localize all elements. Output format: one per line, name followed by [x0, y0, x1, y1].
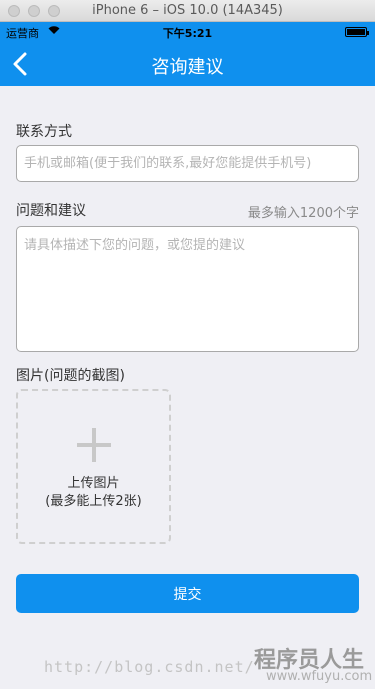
submit-button[interactable]: 提交	[16, 574, 359, 613]
upload-limit-hint: (最多能上传2张)	[45, 494, 142, 509]
upload-label: 上传图片	[67, 476, 120, 491]
navigation-bar: 咨询建议	[0, 42, 375, 86]
plus-icon	[77, 428, 111, 462]
contact-label: 联系方式	[16, 124, 72, 140]
page-title: 咨询建议	[151, 57, 224, 78]
simulator-title: iPhone 6 – iOS 10.0 (14A345)	[92, 3, 283, 18]
advice-label: 问题和建议	[16, 203, 86, 219]
images-label: 图片(问题的截图)	[16, 368, 125, 384]
contact-input[interactable]	[16, 145, 359, 182]
advice-textarea[interactable]	[16, 226, 359, 352]
advice-limit-hint: 最多输入1200个字	[247, 206, 359, 221]
status-time: 下午5:21	[162, 27, 213, 40]
watermark-site: www.wfuyu.com	[266, 669, 373, 684]
status-bar: 运营商 下午5:21	[0, 22, 375, 42]
simulator-titlebar: iPhone 6 – iOS 10.0 (14A345)	[0, 0, 375, 22]
battery-icon	[345, 27, 369, 37]
watermark-url: http://blog.csdn.net/	[44, 658, 255, 676]
upload-image-button[interactable]: 上传图片 (最多能上传2张)	[16, 389, 171, 544]
